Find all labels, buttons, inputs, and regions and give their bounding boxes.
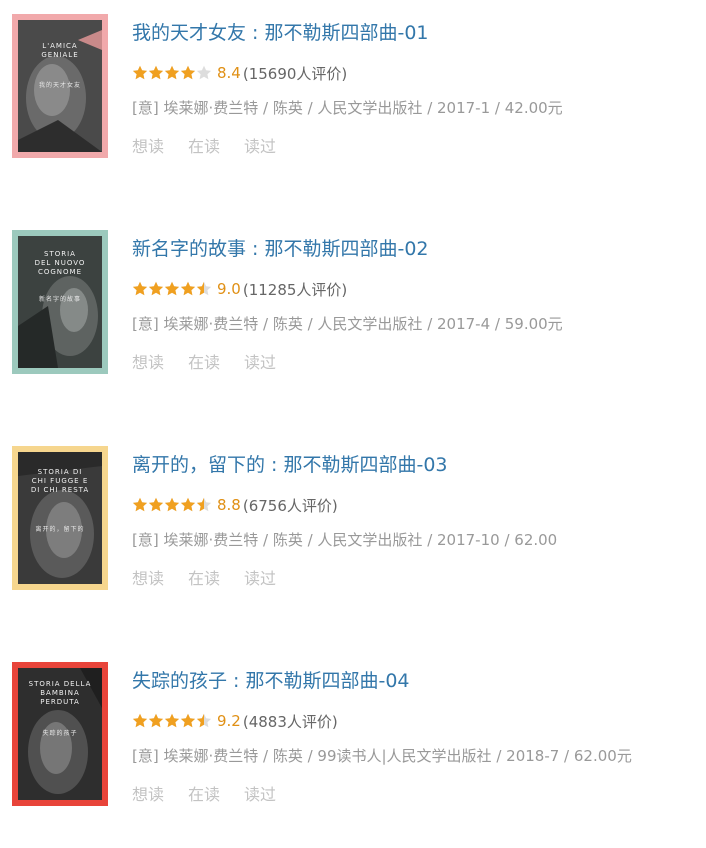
book-actions: 想读 在读 读过 (132, 781, 300, 805)
reading-button[interactable]: 在读 (188, 565, 220, 589)
star-half-icon (196, 497, 212, 512)
book-item: STORIA DI CHI FUGGE E DI CHI RESTA 离开的，留… (0, 432, 706, 632)
cover-cn-title: 失踪的孩子 (42, 730, 78, 737)
star-full-icon (180, 713, 196, 728)
reading-button[interactable]: 在读 (188, 781, 220, 805)
book-actions: 想读 在读 读过 (132, 133, 300, 157)
book-item: L'AMICA GENIALE 我的天才女友 我的天才女友 : 那不勒斯四部曲-… (0, 0, 706, 200)
book-actions: 想读 在读 读过 (132, 565, 300, 589)
rating-count-link[interactable]: (4883人评价) (243, 711, 338, 732)
star-full-icon (132, 713, 148, 728)
rating-score: 9.0 (217, 280, 241, 298)
rating-count-link[interactable]: (6756人评价) (243, 495, 338, 516)
publication-info: [意] 埃莱娜·费兰特 / 陈英 / 99读书人|人民文学出版社 / 2018-… (132, 747, 632, 765)
rating-row: 9.2 (4883人评价) (132, 710, 338, 732)
rating-stars (132, 497, 212, 513)
star-full-icon (180, 497, 196, 512)
rating-stars (132, 65, 212, 81)
cover-image: STORIA DEL NUOVO COGNOME 新名字的故事 (18, 236, 102, 368)
book-cover[interactable]: STORIA DI CHI FUGGE E DI CHI RESTA 离开的，留… (12, 446, 108, 590)
star-empty-icon (196, 65, 212, 80)
star-half-icon (196, 281, 212, 296)
rating-count-link[interactable]: (11285人评价) (243, 279, 347, 300)
star-full-icon (148, 281, 164, 296)
star-full-icon (148, 65, 164, 80)
reading-button[interactable]: 在读 (188, 349, 220, 373)
star-full-icon (132, 65, 148, 80)
star-full-icon (180, 281, 196, 296)
book-item: STORIA DELLA BAMBINA PERDUTA 失踪的孩子 失踪的孩子… (0, 648, 706, 848)
have-read-button[interactable]: 读过 (244, 349, 276, 373)
have-read-button[interactable]: 读过 (244, 565, 276, 589)
star-full-icon (148, 713, 164, 728)
publication-info: [意] 埃莱娜·费兰特 / 陈英 / 人民文学出版社 / 2017-4 / 59… (132, 315, 563, 333)
star-full-icon (164, 713, 180, 728)
rating-count-link[interactable]: (15690人评价) (243, 63, 347, 84)
book-title-link[interactable]: 失踪的孩子 : 那不勒斯四部曲-04 (132, 666, 410, 693)
want-to-read-button[interactable]: 想读 (132, 781, 164, 805)
cover-image: L'AMICA GENIALE 我的天才女友 (18, 20, 102, 152)
publication-info: [意] 埃莱娜·费兰特 / 陈英 / 人民文学出版社 / 2017-1 / 42… (132, 99, 563, 117)
rating-stars (132, 281, 212, 297)
book-cover[interactable]: STORIA DEL NUOVO COGNOME 新名字的故事 (12, 230, 108, 374)
star-half-icon (196, 713, 212, 728)
book-cover[interactable]: STORIA DELLA BAMBINA PERDUTA 失踪的孩子 (12, 662, 108, 806)
star-full-icon (164, 281, 180, 296)
want-to-read-button[interactable]: 想读 (132, 133, 164, 157)
cover-cn-title: 离开的，留下的 (35, 526, 85, 533)
cover-cn-title: 新名字的故事 (38, 296, 81, 303)
cover-title: STORIA DEL NUOVO COGNOME (34, 250, 86, 276)
star-full-icon (132, 497, 148, 512)
star-full-icon (164, 497, 180, 512)
book-title-link[interactable]: 我的天才女友 : 那不勒斯四部曲-01 (132, 18, 429, 45)
rating-score: 9.2 (217, 712, 241, 730)
cover-title: STORIA DELLA BAMBINA PERDUTA (28, 680, 92, 706)
want-to-read-button[interactable]: 想读 (132, 349, 164, 373)
rating-row: 9.0 (11285人评价) (132, 278, 347, 300)
have-read-button[interactable]: 读过 (244, 133, 276, 157)
rating-row: 8.8 (6756人评价) (132, 494, 338, 516)
cover-cn-title: 我的天才女友 (38, 82, 81, 89)
reading-button[interactable]: 在读 (188, 133, 220, 157)
book-actions: 想读 在读 读过 (132, 349, 300, 373)
publication-info: [意] 埃莱娜·费兰特 / 陈英 / 人民文学出版社 / 2017-10 / 6… (132, 531, 558, 549)
cover-title: STORIA DI CHI FUGGE E DI CHI RESTA (30, 468, 90, 494)
rating-stars (132, 713, 212, 729)
rating-score: 8.8 (217, 496, 241, 514)
cover-image: STORIA DELLA BAMBINA PERDUTA 失踪的孩子 (18, 668, 102, 800)
rating-row: 8.4 (15690人评价) (132, 62, 347, 84)
have-read-button[interactable]: 读过 (244, 781, 276, 805)
star-full-icon (164, 65, 180, 80)
rating-score: 8.4 (217, 64, 241, 82)
book-item: STORIA DEL NUOVO COGNOME 新名字的故事 新名字的故事 :… (0, 216, 706, 416)
want-to-read-button[interactable]: 想读 (132, 565, 164, 589)
star-full-icon (148, 497, 164, 512)
cover-image: STORIA DI CHI FUGGE E DI CHI RESTA 离开的，留… (18, 452, 102, 584)
book-title-link[interactable]: 新名字的故事 : 那不勒斯四部曲-02 (132, 234, 429, 261)
star-full-icon (132, 281, 148, 296)
star-full-icon (180, 65, 196, 80)
book-cover[interactable]: L'AMICA GENIALE 我的天才女友 (12, 14, 108, 158)
cover-title: L'AMICA GENIALE (41, 42, 79, 59)
book-title-link[interactable]: 离开的，留下的 : 那不勒斯四部曲-03 (132, 450, 448, 477)
